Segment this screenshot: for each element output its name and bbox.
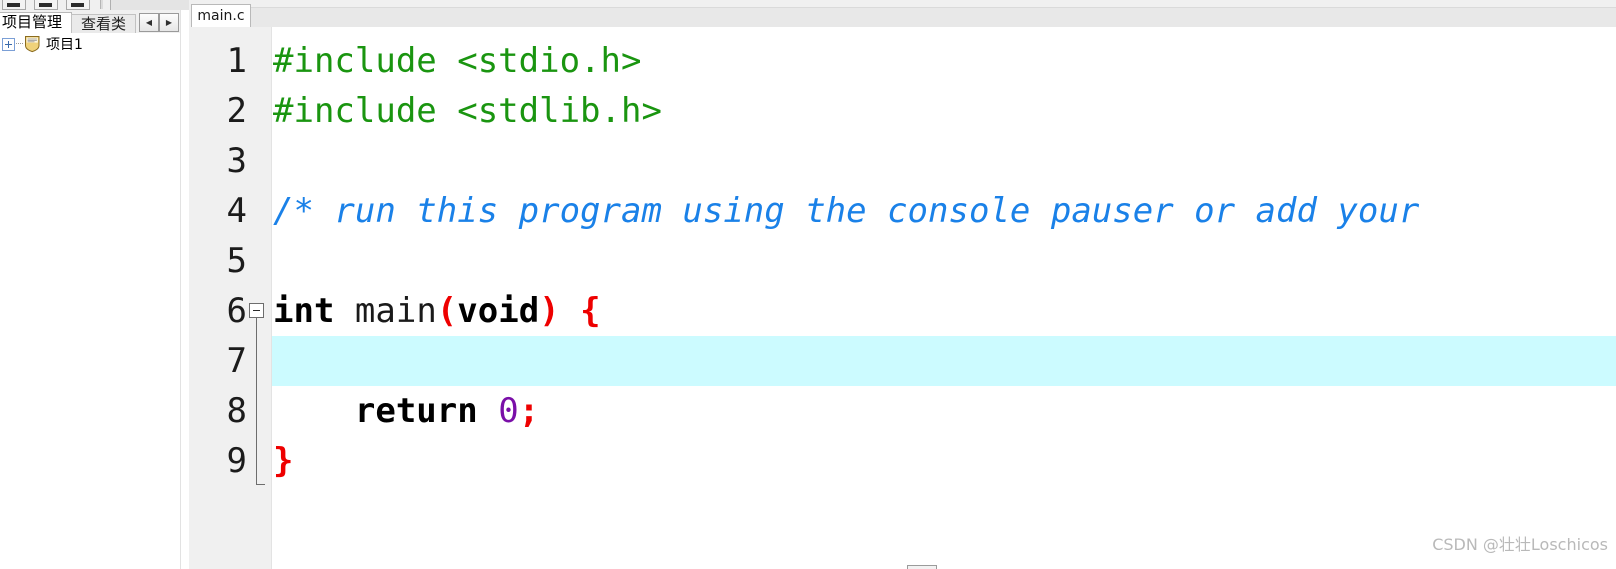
tab-project-management-label: 项目管理 [1,13,62,31]
code-line-2[interactable]: 2 #include <stdlib.h> [189,86,1616,136]
code-line-4[interactable]: 4 /* run this program using the console p… [189,186,1616,236]
editor-tab-main-c[interactable]: main.c [191,4,251,27]
tab-nav-arrows: ◀ ▶ [139,13,180,32]
code-line-8[interactable]: 8 return 0; [189,386,1616,436]
ide-window: 项目管理 查看类 ◀ ▶ 项目1 main.c 1 #include <stdi… [0,0,1616,569]
editor-tab-main-c-label: main.c [197,8,245,24]
code-token: #include <stdlib.h> [273,91,662,131]
tree-item-project1-label: 项目1 [46,37,83,53]
line-number: 1 [226,41,247,81]
current-line-highlight [272,336,1616,386]
code-token: ( [436,291,458,331]
code-text: #include <stdlib.h> [272,86,662,136]
code-line-3[interactable]: 3 [189,136,1616,186]
code-line-5[interactable]: 5 [189,236,1616,286]
code-lines: 1 #include <stdio.h> 2 #include <stdlib.h> 3… [189,36,1616,486]
line-number: 8 [226,391,247,431]
editor-tabbar-filler [251,7,1616,27]
chevron-left-icon: ◀ [145,18,153,27]
code-token: 0 [498,391,519,431]
code-line-9[interactable]: 9} [189,436,1616,486]
code-editor[interactable]: 1 #include <stdio.h> 2 #include <stdlib.h> 3… [189,27,1616,569]
code-text: #include <stdio.h> [272,36,641,86]
chevron-right-icon: ▶ [165,18,173,27]
toolbar-button-2[interactable] [34,0,58,10]
code-token: ; [518,391,540,431]
bottom-clipped-widget [907,565,937,569]
toolbar-separator-1 [100,0,103,9]
tree-item-project1[interactable]: 项目1 [0,33,180,55]
fold-collapse-icon[interactable] [249,303,264,318]
code-text: int main(void) { [272,286,601,336]
line-background [272,136,1616,186]
project-panel: 项目管理 查看类 ◀ ▶ 项目1 [0,10,180,569]
tab-class-browser-label: 查看类 [80,15,126,33]
code-line-7[interactable]: 7 [189,336,1616,386]
toolbar-button-3[interactable] [66,0,90,10]
code-token: /* run this program using the console pa… [273,191,1420,231]
expand-plus-icon[interactable] [2,37,15,51]
editor-tabbar: main.c [189,0,1616,28]
code-line-1[interactable]: 1 #include <stdio.h> [189,36,1616,86]
project-shield-icon [23,35,42,53]
tab-scroll-left-button[interactable]: ◀ [139,13,159,32]
tab-scroll-right-button[interactable]: ▶ [159,13,179,32]
watermark: CSDN @壮壮Loschicos [1432,535,1608,554]
fold-range-end [256,484,265,485]
editor-area: main.c 1 #include <stdio.h> 2 #include <std… [189,0,1616,569]
line-background [272,436,1616,486]
tab-project-management[interactable]: 项目管理 [0,12,72,33]
code-line-6[interactable]: 6 int main(void) { [189,286,1616,485]
code-text: } [272,436,293,486]
tree-connector [16,43,23,45]
line-number: 6 [226,291,247,331]
code-token: #include <stdio.h> [273,41,642,81]
line-background [272,236,1616,286]
code-token: void [457,291,540,331]
line-number: 9 [226,441,247,481]
line-number: 3 [226,141,247,181]
project-tree[interactable]: 项目1 [0,33,180,569]
line-number: 2 [226,91,247,131]
line-number: 7 [226,341,247,381]
tab-class-browser[interactable]: 查看类 [71,14,136,33]
code-token: return [354,391,478,431]
code-token: } [273,441,294,481]
code-token: int [273,291,335,331]
code-token: ) [539,291,560,331]
line-number: 5 [226,241,247,281]
code-text: return 0; [272,386,539,436]
code-token: main [354,291,437,331]
code-token: { [580,291,601,331]
toolbar-button-1[interactable] [2,0,26,10]
fold-range-line [256,318,257,484]
project-panel-tabbar: 项目管理 查看类 ◀ ▶ [0,10,180,33]
code-text: /* run this program using the console pa… [272,186,1419,236]
line-number: 4 [226,191,247,231]
